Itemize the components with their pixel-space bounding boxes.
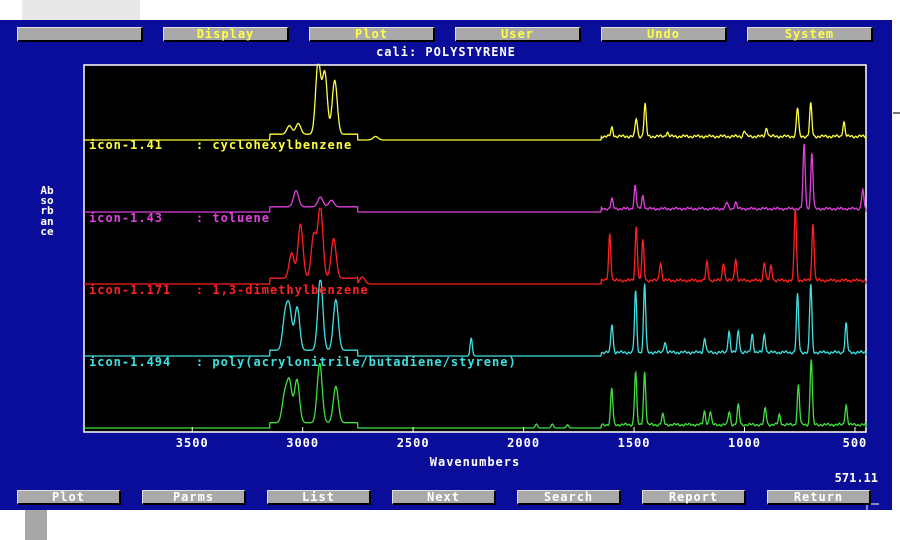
background-window-edge-bottom xyxy=(25,510,47,540)
x-tick-label: 3500 xyxy=(175,436,209,450)
plot-area xyxy=(83,64,867,433)
trace-label: icon-1.43 : toluene xyxy=(89,211,270,225)
trace-label: icon-1.494 : poly(acrylonitrile/butadien… xyxy=(89,355,517,369)
parms-button[interactable]: Parms xyxy=(142,490,246,505)
list-button[interactable]: List xyxy=(267,490,371,505)
next-button[interactable]: Next xyxy=(392,490,496,505)
report-button[interactable]: Report xyxy=(642,490,746,505)
x-tick-label: 2500 xyxy=(396,436,430,450)
x-tick-label: 500 xyxy=(842,436,868,450)
trace-label: icon-1.41 : cyclohexylbenzene xyxy=(89,138,353,152)
cursor-readout: 571.11 xyxy=(834,471,878,485)
plot-button[interactable]: Plot xyxy=(17,490,121,505)
search-button[interactable]: Search xyxy=(517,490,621,505)
x-tick-label: 2000 xyxy=(507,436,541,450)
x-tick-label: 1000 xyxy=(728,436,761,450)
x-axis-label: Wavenumbers xyxy=(429,455,521,469)
x-tick-label: 3000 xyxy=(286,436,320,450)
trace-label: icon-1.171 : 1,3-dimethylbenzene xyxy=(89,283,369,297)
x-tick-label: 1500 xyxy=(617,436,651,450)
return-button[interactable]: Return xyxy=(767,490,871,505)
